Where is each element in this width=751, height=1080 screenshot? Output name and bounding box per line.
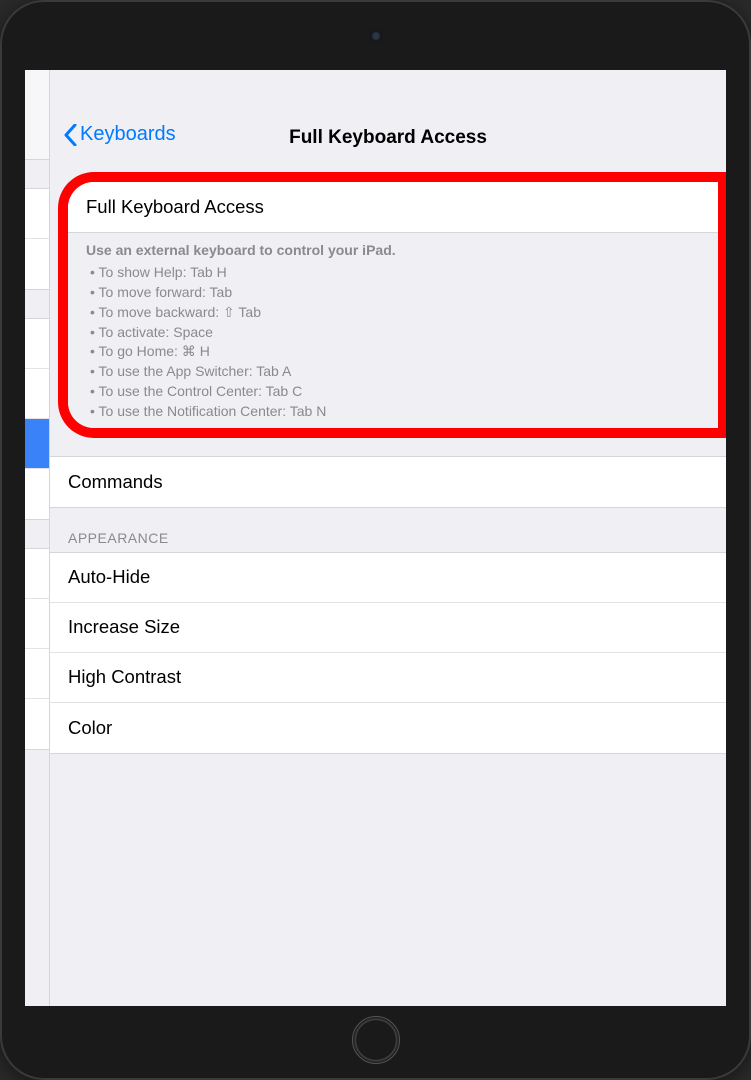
toggle-label: Full Keyboard Access <box>86 196 264 218</box>
help-item: To go Home: ⌘ H <box>90 342 700 362</box>
sidebar-item[interactable]: ck <box>25 369 49 419</box>
full-keyboard-access-toggle-row[interactable]: Full Keyboard Access <box>68 182 718 232</box>
commands-group: Commands <box>50 456 726 508</box>
sidebar-item-selected[interactable] <box>25 419 49 469</box>
row-label: Auto-Hide <box>68 566 150 588</box>
row-label: Color <box>68 717 112 739</box>
sidebar-item[interactable] <box>25 699 49 749</box>
back-label: Keyboards <box>80 123 176 146</box>
back-button[interactable]: Keyboards <box>58 119 182 150</box>
help-item: To move forward: Tab <box>90 283 700 303</box>
appearance-group: Auto-Hide Increase Size High Contrast Co… <box>50 552 726 754</box>
toggle-group: Full Keyboard Access <box>68 182 718 233</box>
help-item: To use the App Switcher: Tab A <box>90 362 700 382</box>
highlight-annotation: Full Keyboard Access Use an external key… <box>58 172 718 438</box>
help-item: To use the Control Center: Tab C <box>90 382 700 402</box>
sidebar-group-2: ss ck <box>25 318 49 520</box>
detail-pane: Keyboards Full Keyboard Access Full Keyb… <box>50 70 726 1006</box>
sidebar-group-1 <box>25 188 49 290</box>
commands-row[interactable]: Commands <box>50 457 726 507</box>
sidebar-item[interactable] <box>25 239 49 289</box>
sidebar-item[interactable] <box>25 649 49 699</box>
navigation-bar: Keyboards Full Keyboard Access <box>50 70 726 160</box>
row-label: High Contrast <box>68 666 181 688</box>
screen: ss ck de Keyboards <box>25 70 726 1006</box>
help-item: To activate: Space <box>90 323 700 343</box>
high-contrast-row[interactable]: High Contrast <box>50 653 726 703</box>
sidebar-item[interactable] <box>25 189 49 239</box>
help-list: To show Help: Tab H To move forward: Tab… <box>86 263 700 422</box>
sidebar-item[interactable]: de <box>25 599 49 649</box>
content-scroll[interactable]: Full Keyboard Access Use an external key… <box>50 160 726 1006</box>
increase-size-row[interactable]: Increase Size <box>50 603 726 653</box>
commands-label: Commands <box>68 471 163 493</box>
appearance-header: APPEARANCE <box>50 508 726 552</box>
row-label: Increase Size <box>68 616 180 638</box>
sidebar-header <box>25 70 49 160</box>
sidebar-group-3: de <box>25 548 49 750</box>
help-item: To move backward: ⇧ Tab <box>90 303 700 323</box>
sidebar-item[interactable]: ss <box>25 319 49 369</box>
chevron-left-icon <box>64 124 77 146</box>
auto-hide-row[interactable]: Auto-Hide <box>50 553 726 603</box>
color-row[interactable]: Color <box>50 703 726 753</box>
sidebar-item[interactable] <box>25 549 49 599</box>
home-button[interactable] <box>352 1016 400 1064</box>
help-item: To show Help: Tab H <box>90 263 700 283</box>
ipad-frame: ss ck de Keyboards <box>0 0 751 1080</box>
front-camera <box>370 30 382 42</box>
page-title: Full Keyboard Access <box>289 127 487 149</box>
help-intro: Use an external keyboard to control your… <box>86 242 396 258</box>
settings-sidebar: ss ck de <box>25 70 50 1006</box>
help-item: To use the Notification Center: Tab N <box>90 402 700 422</box>
help-text: Use an external keyboard to control your… <box>68 233 718 428</box>
sidebar-item[interactable] <box>25 469 49 519</box>
